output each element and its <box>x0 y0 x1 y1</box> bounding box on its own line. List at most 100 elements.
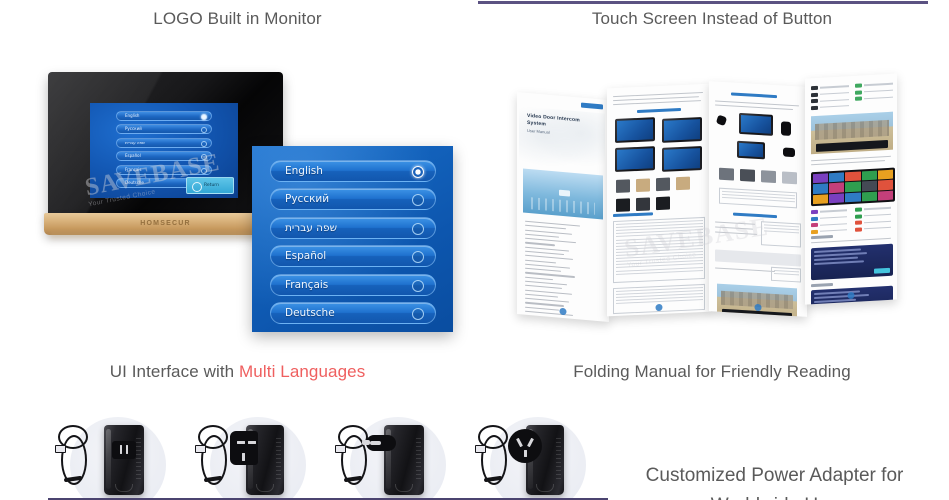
section-heading-bar <box>731 92 777 99</box>
hero-device-badge <box>559 189 570 197</box>
manual-cover-hero-image <box>523 168 603 220</box>
product-feature-panel: LOGO Built in Monitor Touch Screen Inste… <box>0 0 949 500</box>
toc-line <box>525 302 564 307</box>
language-selection-panel: English Русский שפה עברית Español Français De… <box>252 146 453 332</box>
section-heading-bar <box>733 212 777 219</box>
radio-button-icon[interactable] <box>412 279 424 292</box>
text-line <box>715 226 753 230</box>
monitor-return-label: Return <box>204 183 219 188</box>
plug-face <box>230 431 258 465</box>
language-option-list: English Русский שפה עברית Español Français De… <box>270 160 436 330</box>
toc-line <box>525 284 563 290</box>
adapter-foot <box>395 484 413 492</box>
wiring-module <box>783 147 795 158</box>
device-photo <box>615 117 655 143</box>
monitor-return-button[interactable]: Return <box>186 177 234 194</box>
dc-plug-tip <box>335 445 346 453</box>
caption-ui-interface: UI Interface with Multi Languages <box>0 362 475 382</box>
language-option-label: שפה עברית <box>285 221 338 234</box>
caption-adapter-line1: Customized Power Adapter for <box>645 465 904 486</box>
toc-line <box>525 224 566 230</box>
confirm-button-graphic <box>874 267 890 274</box>
monitor-language-row-5[interactable]: Français <box>116 164 212 175</box>
monitor-language-row-2[interactable]: Русский <box>116 124 212 135</box>
section-heading-bar <box>613 212 653 218</box>
monitor-language-row-1[interactable]: English <box>116 111 212 121</box>
language-option-label: Français <box>285 278 329 291</box>
device-photo <box>615 146 655 172</box>
toc-line <box>525 306 560 311</box>
radio-button-icon <box>201 167 207 174</box>
plug-face <box>508 429 542 463</box>
manual-page-number-3 <box>754 303 762 312</box>
installation-photo <box>717 283 797 317</box>
feature-legend-right <box>855 82 893 101</box>
settings-menu-screenshot <box>811 243 893 281</box>
toc-line <box>525 267 561 273</box>
section-heading-bar <box>811 283 833 288</box>
radio-button-icon[interactable] <box>412 166 424 178</box>
manual-brand-band <box>581 102 603 110</box>
monitor-language-row-label: שפה עברית <box>125 139 145 145</box>
monitor-gold-base: HOMSECUR <box>44 213 287 235</box>
manual-table-of-contents <box>525 220 603 323</box>
brand-logo-text: HOMSECUR <box>140 220 191 227</box>
accessory-icon-grid <box>616 176 690 212</box>
language-option-5[interactable]: Français <box>270 273 436 296</box>
text-line <box>715 231 757 236</box>
radio-button-icon[interactable] <box>412 194 424 207</box>
section-heading-bar <box>811 235 833 240</box>
plug-face <box>362 435 396 451</box>
device-photo <box>662 117 702 143</box>
radio-button-icon[interactable] <box>412 307 424 320</box>
monitor-language-row-3[interactable]: שפה עברית <box>116 137 212 148</box>
adapter-body <box>104 425 144 495</box>
radio-button-icon <box>201 140 207 147</box>
spec-table <box>613 216 705 284</box>
adapter-ribs <box>556 437 561 483</box>
dc-plug-tip <box>475 445 486 453</box>
language-option-6[interactable]: Deutsche <box>270 301 436 324</box>
device-photo <box>662 146 702 172</box>
connector-icon-grid <box>719 167 797 185</box>
section-heading-bar <box>637 108 681 113</box>
folding-user-manual: Video Door Intercom System User Manual S… <box>505 72 905 334</box>
text-line <box>811 237 891 244</box>
monitor-screen: English Русский שפה עברית Español Français De… <box>90 103 238 198</box>
toc-line <box>525 293 558 298</box>
plug-face <box>112 441 136 459</box>
radio-button-icon <box>201 127 207 134</box>
adapter-ribs <box>276 437 281 483</box>
monitor-language-row-label: Français <box>125 166 142 172</box>
monitor-language-row-4[interactable]: Español <box>116 151 212 162</box>
language-option-4[interactable]: Español <box>270 245 436 268</box>
adapter-power-cord <box>194 425 234 491</box>
radio-button-icon <box>201 154 207 161</box>
adapter-ribs <box>416 437 421 483</box>
language-option-label: Русский <box>285 193 330 206</box>
language-option-3[interactable]: שפה עברית <box>270 216 436 239</box>
wiring-device-photo <box>737 140 765 160</box>
manual-page-products <box>607 83 711 317</box>
language-option-1[interactable]: English <box>270 160 436 182</box>
language-option-label: English <box>285 165 323 177</box>
radio-button-icon[interactable] <box>412 222 424 235</box>
manual-page-wiring <box>709 81 807 317</box>
eu-adapter <box>328 411 468 500</box>
caption-ui-prefix: UI Interface with <box>109 362 240 381</box>
monitor-language-row-label: Deutsche <box>125 179 144 185</box>
toc-line <box>525 242 555 246</box>
wiring-module <box>781 121 791 136</box>
language-option-2[interactable]: Русский <box>270 188 436 211</box>
uk-adapter <box>188 411 328 500</box>
text-line <box>811 160 885 166</box>
caption-adapter-line2: Worldwide Use <box>600 491 949 500</box>
feature-legend-left <box>811 84 849 111</box>
radio-button-icon <box>201 114 207 120</box>
adapter-foot <box>536 484 554 492</box>
radio-button-icon[interactable] <box>412 251 424 264</box>
caption-folding-manual: Folding Manual for Friendly Reading <box>573 362 851 381</box>
adapter-highlight <box>106 429 111 489</box>
toc-line <box>525 314 555 319</box>
toc-line <box>525 259 557 264</box>
